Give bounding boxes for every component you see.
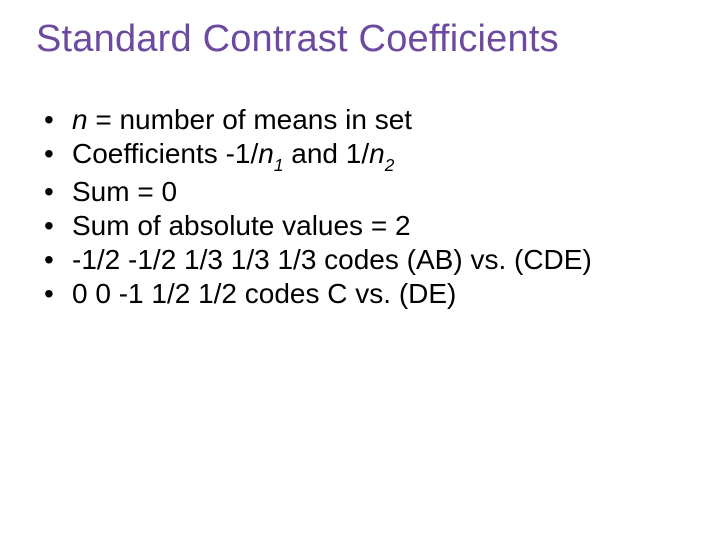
list-item: Coefficients -1/n1 and 1/n2 <box>44 137 684 175</box>
var-n: n <box>72 104 88 135</box>
text: Coefficients -1/ <box>72 138 258 169</box>
text: 0 0 -1 1/2 1/2 codes C vs. (DE) <box>72 278 456 309</box>
var-n: n <box>369 138 385 169</box>
subscript: 2 <box>385 155 395 175</box>
text: and 1/ <box>283 138 369 169</box>
text: -1/2 -1/2 1/3 1/3 1/3 codes (AB) vs. (CD… <box>72 244 592 275</box>
text: Sum = 0 <box>72 176 177 207</box>
text: Sum of absolute values = 2 <box>72 210 411 241</box>
list-item: Sum of absolute values = 2 <box>44 209 684 243</box>
bullet-list: n = number of means in set Coefficients … <box>36 103 684 312</box>
list-item: n = number of means in set <box>44 103 684 137</box>
list-item: -1/2 -1/2 1/3 1/3 1/3 codes (AB) vs. (CD… <box>44 243 684 277</box>
slide-title: Standard Contrast Coefficients <box>36 18 684 61</box>
list-item: Sum = 0 <box>44 175 684 209</box>
subscript: 1 <box>274 155 284 175</box>
text: = number of means in set <box>88 104 413 135</box>
list-item: 0 0 -1 1/2 1/2 codes C vs. (DE) <box>44 277 684 311</box>
slide: Standard Contrast Coefficients n = numbe… <box>0 0 720 540</box>
var-n: n <box>258 138 274 169</box>
